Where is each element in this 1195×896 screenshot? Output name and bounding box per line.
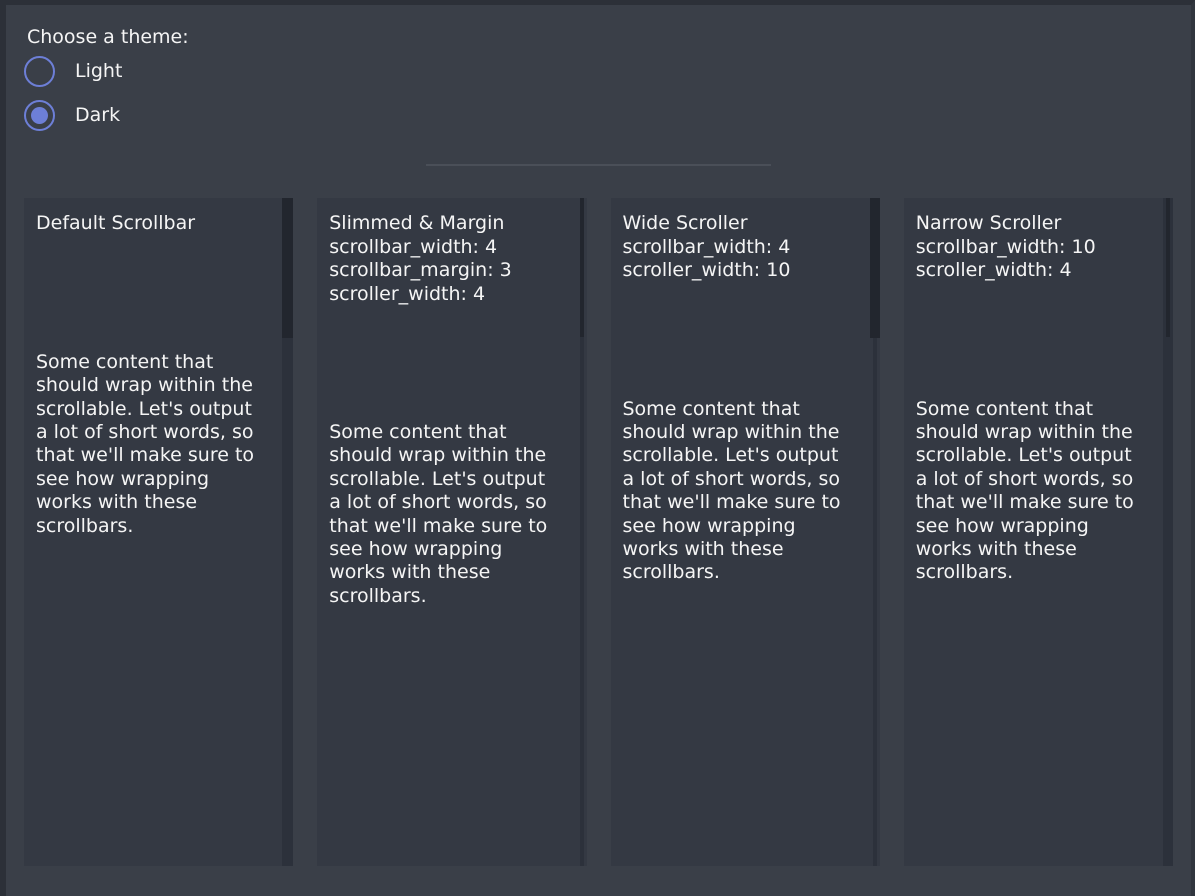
scrollbar-demo-panels: Default Scrollbar Some content that shou… <box>24 198 1173 866</box>
panel-content: Some content that should wrap within the… <box>36 351 293 538</box>
choose-theme-label: Choose a theme: <box>27 26 1191 49</box>
panel-wide-scroller[interactable]: Wide Scroller scrollbar_width: 4 scrolle… <box>611 198 880 866</box>
radio-button-icon[interactable] <box>24 100 55 131</box>
panel-content: Some content that should wrap within the… <box>623 398 880 585</box>
panel-params: scrollbar_width: 4 scrollbar_margin: 3 s… <box>329 236 586 306</box>
radio-option-light-label: Light <box>75 60 122 83</box>
panel-params: scrollbar_width: 4 scroller_width: 10 <box>623 236 880 283</box>
radio-option-light[interactable]: Light <box>24 49 1191 93</box>
scrollbar-thumb[interactable] <box>580 198 584 337</box>
scrollbar-thumb[interactable] <box>282 198 293 338</box>
panel-title: Narrow Scroller <box>916 212 1173 235</box>
horizontal-rule <box>426 164 771 166</box>
panel-default-scrollbar[interactable]: Default Scrollbar Some content that shou… <box>24 198 293 866</box>
panel-spacer <box>623 283 880 398</box>
panel-spacer <box>329 306 586 421</box>
scrollbar-thumb[interactable] <box>870 198 880 338</box>
panel-title: Slimmed & Margin <box>329 212 586 235</box>
panel-content: Some content that should wrap within the… <box>329 421 586 608</box>
panel-spacer <box>916 283 1173 398</box>
radio-button-icon[interactable] <box>24 56 55 87</box>
radio-option-dark[interactable]: Dark <box>24 93 1191 137</box>
panel-content: Some content that should wrap within the… <box>916 398 1173 585</box>
radio-option-dark-label: Dark <box>75 104 120 127</box>
panel-spacer <box>36 236 293 351</box>
panel-slimmed-margin[interactable]: Slimmed & Margin scrollbar_width: 4 scro… <box>317 198 586 866</box>
panel-title: Default Scrollbar <box>36 212 293 235</box>
scrollbar-thumb[interactable] <box>1166 198 1170 337</box>
panel-narrow-scroller[interactable]: Narrow Scroller scrollbar_width: 10 scro… <box>904 198 1173 866</box>
panel-params: scrollbar_width: 10 scroller_width: 4 <box>916 236 1173 283</box>
panel-title: Wide Scroller <box>623 212 880 235</box>
radio-dot-icon <box>31 107 48 124</box>
